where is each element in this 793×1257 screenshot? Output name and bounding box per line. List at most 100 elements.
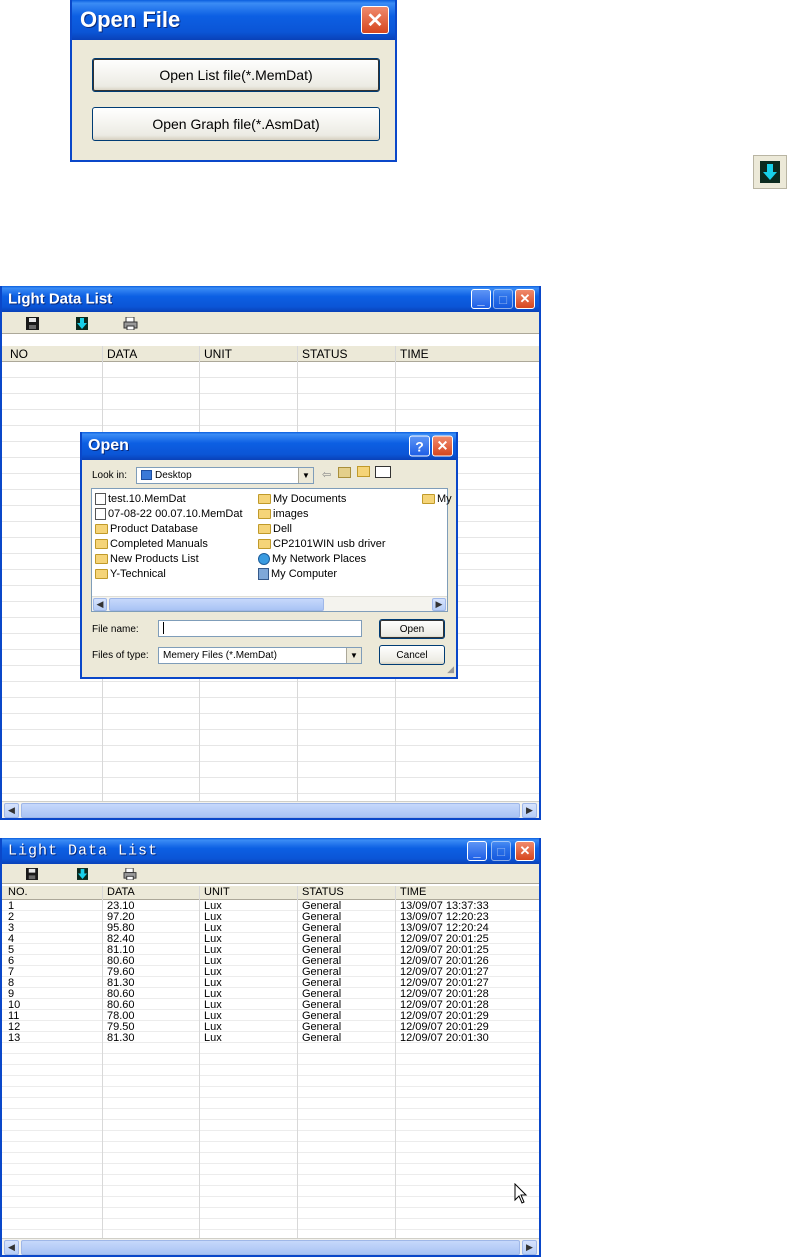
look-in-value: Desktop	[155, 470, 192, 481]
view-menu-icon[interactable]	[375, 466, 391, 478]
print-icon[interactable]	[122, 315, 138, 331]
scroll-right-icon[interactable]: ▶	[522, 803, 537, 818]
list-item[interactable]: 07-08-22 00.07.10.MemDat	[95, 508, 243, 520]
window-title: Light Data List	[8, 290, 113, 308]
folder-icon	[258, 494, 271, 504]
toolbar	[2, 864, 539, 884]
table-cell: General	[302, 1032, 342, 1044]
file-icon	[95, 493, 106, 505]
column-header-data[interactable]: DATA	[107, 886, 135, 898]
open-list-file-button[interactable]: Open List file(*.MemDat)	[92, 58, 380, 92]
open-file-dialog: Open File ✕ Open List file(*.MemDat) Ope…	[70, 0, 397, 162]
table-cell: Lux	[204, 1032, 222, 1044]
file-name-input[interactable]	[158, 620, 362, 637]
resize-grip-icon[interactable]: ◢	[447, 664, 454, 675]
open-graph-file-button[interactable]: Open Graph file(*.AsmDat)	[92, 107, 380, 141]
file-list-scrollbar[interactable]: ◀ ▶	[92, 596, 447, 611]
new-folder-icon[interactable]	[357, 466, 370, 477]
list-item[interactable]: My	[422, 493, 452, 505]
look-in-label: Look in:	[92, 470, 128, 481]
minimize-button[interactable]: _	[471, 289, 491, 309]
folder-icon	[95, 539, 108, 549]
column-header-status[interactable]: STATUS	[302, 347, 348, 361]
save-icon[interactable]	[24, 866, 40, 882]
download-icon[interactable]	[74, 866, 90, 882]
scroll-thumb[interactable]	[21, 1240, 520, 1255]
files-of-type-select[interactable]: Memery Files (*.MemDat) ▼	[158, 647, 362, 664]
open-dialog-title-bar[interactable]: Open ? ✕	[82, 432, 456, 460]
chevron-down-icon[interactable]: ▼	[346, 648, 361, 663]
scroll-right-icon[interactable]: ▶	[432, 598, 446, 611]
download-arrow-icon	[753, 155, 787, 189]
folder-icon	[258, 509, 271, 519]
column-header-no[interactable]: NO	[10, 347, 28, 361]
light-data-list-title-bar[interactable]: Light Data List _ □ ✕	[2, 838, 539, 864]
open-file-title: Open File	[80, 7, 181, 32]
list-item[interactable]: CP2101WIN usb driver	[258, 538, 386, 550]
table-cell: 81.30	[107, 1032, 135, 1044]
print-icon[interactable]	[122, 866, 138, 882]
column-header-time[interactable]: TIME	[400, 886, 426, 898]
horizontal-scrollbar[interactable]: ◀ ▶	[2, 1238, 539, 1255]
scroll-right-icon[interactable]: ▶	[522, 1240, 537, 1255]
grid-header: NO. DATA UNIT STATUS TIME	[2, 886, 539, 900]
text-cursor	[163, 622, 164, 635]
mouse-cursor-icon	[514, 1183, 528, 1204]
file-list: test.10.MemDat 07-08-22 00.07.10.MemDat …	[91, 488, 452, 612]
folder-icon	[258, 539, 271, 549]
minimize-button[interactable]: _	[467, 841, 487, 861]
list-item[interactable]: My Computer	[258, 568, 337, 580]
column-header-unit[interactable]: UNIT	[204, 347, 232, 361]
list-item[interactable]: Product Database	[95, 523, 198, 535]
open-button[interactable]: Open	[379, 619, 445, 639]
cancel-button[interactable]: Cancel	[379, 645, 445, 665]
desktop-icon	[141, 470, 152, 481]
table-cell: 12/09/07 20:01:30	[400, 1032, 489, 1044]
download-icon[interactable]	[74, 315, 90, 331]
help-button[interactable]: ?	[409, 435, 430, 457]
column-header-time[interactable]: TIME	[400, 347, 429, 361]
column-header-data[interactable]: DATA	[107, 347, 137, 361]
back-icon[interactable]: ⇦	[322, 468, 331, 481]
chevron-down-icon[interactable]: ▼	[298, 468, 313, 483]
look-in-select[interactable]: Desktop ▼	[136, 467, 314, 484]
close-button[interactable]: ✕	[432, 435, 453, 457]
list-item[interactable]: Completed Manuals	[95, 538, 208, 550]
up-folder-icon[interactable]	[338, 467, 351, 478]
folder-icon	[95, 569, 108, 579]
file-icon	[95, 508, 106, 520]
list-item[interactable]: test.10.MemDat	[95, 493, 186, 505]
folder-icon	[258, 524, 271, 534]
close-button[interactable]: ✕	[515, 841, 535, 861]
list-item[interactable]: My Documents	[258, 493, 346, 505]
column-header-unit[interactable]: UNIT	[204, 886, 230, 898]
list-item[interactable]: Y-Technical	[95, 568, 166, 580]
grid-header: NO DATA UNIT STATUS TIME	[2, 346, 539, 362]
files-of-type-label: Files of type:	[92, 650, 149, 661]
column-header-no[interactable]: NO.	[8, 886, 28, 898]
scroll-thumb[interactable]	[109, 598, 324, 611]
close-button[interactable]: ✕	[515, 289, 535, 309]
open-file-title-bar[interactable]: Open File ✕	[72, 0, 395, 40]
light-data-list-window-filled: Light Data List _ □ ✕ NO. DATA UNIT STAT…	[0, 838, 541, 1257]
window-title: Light Data List	[8, 842, 159, 860]
horizontal-scrollbar[interactable]: ◀ ▶	[2, 801, 539, 818]
table-row[interactable]: 13 81.30 Lux General 12/09/07 20:01:30	[2, 1032, 539, 1044]
scroll-left-icon[interactable]: ◀	[93, 598, 107, 611]
close-icon: ✕	[366, 9, 384, 32]
close-button[interactable]: ✕	[361, 6, 389, 34]
help-icon: ?	[415, 438, 424, 454]
list-item[interactable]: My Network Places	[258, 553, 366, 565]
list-item[interactable]: images	[258, 508, 308, 520]
scroll-left-icon[interactable]: ◀	[4, 803, 19, 818]
light-data-list-title-bar[interactable]: Light Data List _ □ ✕	[2, 286, 539, 312]
maximize-button[interactable]: □	[491, 841, 511, 861]
list-item[interactable]: New Products List	[95, 553, 199, 565]
scroll-left-icon[interactable]: ◀	[4, 1240, 19, 1255]
list-item[interactable]: Dell	[258, 523, 292, 535]
save-icon[interactable]	[24, 315, 40, 331]
minimize-icon: _	[477, 291, 485, 307]
maximize-button[interactable]: □	[493, 289, 513, 309]
column-header-status[interactable]: STATUS	[302, 886, 344, 898]
scroll-thumb[interactable]	[21, 803, 520, 818]
